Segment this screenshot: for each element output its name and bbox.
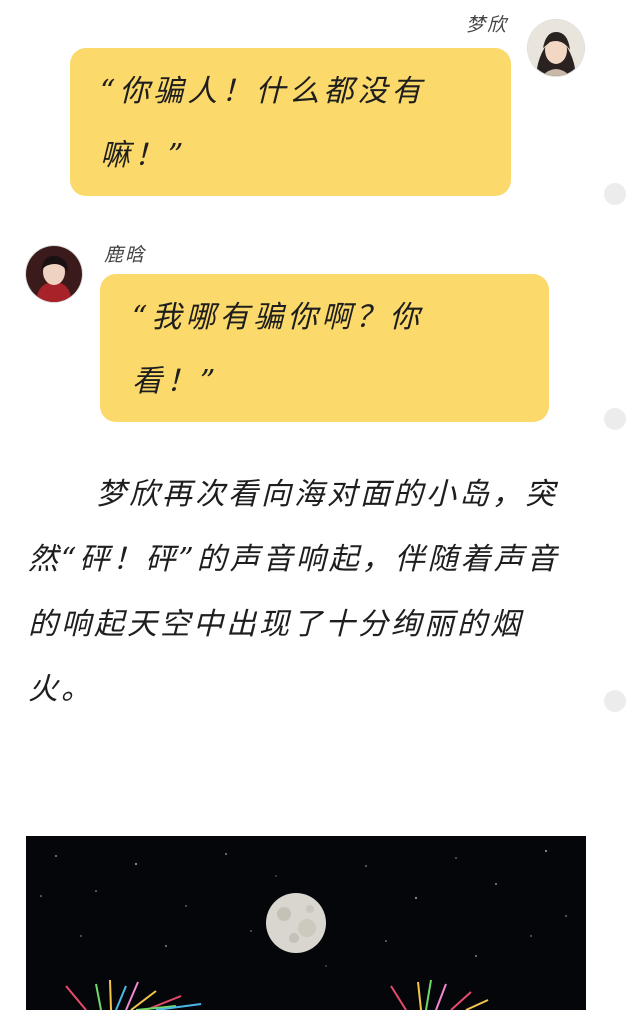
- narrative-paragraph: 梦欣再次看向海对面的小岛，突然“砰！砰”的声音响起，伴随着声音的响起天空中出现了…: [28, 477, 560, 707]
- message-text-luhan: “我哪有骗你啊？你看！”: [132, 300, 424, 399]
- avatar-mengxin[interactable]: [528, 20, 584, 76]
- sender-name-mengxin: 梦欣: [466, 14, 509, 36]
- message-text-mengxin: “你骗人！什么都没有嘛！”: [100, 74, 426, 173]
- sender-name-luhan: 鹿晗: [104, 244, 147, 266]
- message-bubble-mengxin[interactable]: “你骗人！什么都没有嘛！”: [70, 48, 511, 196]
- full-moon-icon: [266, 893, 326, 953]
- moon-fireworks-photo[interactable]: [26, 836, 586, 1010]
- message-bubble-luhan[interactable]: “我哪有骗你啊？你看！”: [100, 274, 549, 422]
- scroll-indicator-dot[interactable]: [604, 408, 626, 430]
- avatar-luhan[interactable]: [26, 246, 82, 302]
- scroll-indicator-dot[interactable]: [604, 183, 626, 205]
- scroll-indicator-dot[interactable]: [604, 690, 626, 712]
